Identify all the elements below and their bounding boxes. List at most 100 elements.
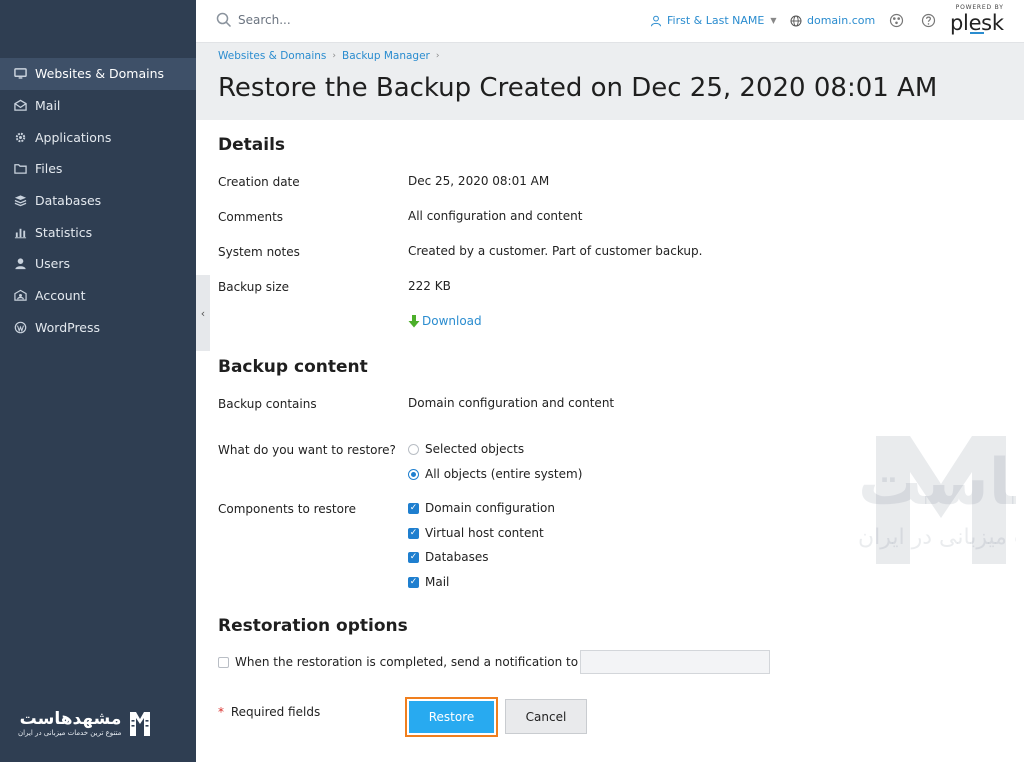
chevron-right-icon: › — [435, 51, 440, 61]
restore-question-label: What do you want to restore? — [218, 443, 396, 457]
bar-chart-icon — [13, 225, 27, 239]
download-link[interactable]: Download — [408, 314, 482, 328]
download-arrow-icon — [408, 314, 420, 327]
help-icon[interactable] — [921, 13, 936, 28]
radio-selected-objects[interactable]: Selected objects — [408, 442, 524, 456]
checkbox-checked[interactable]: ✓ — [408, 576, 419, 588]
required-fields-note: * Required fields — [218, 705, 320, 719]
plesk-logo-accent — [969, 32, 984, 34]
brand-logo-tagline: متنوع ترین خدمات میزبانی در ایران — [18, 729, 122, 737]
checkbox-label: Databases — [425, 550, 489, 564]
plesk-logo-text: plesk — [950, 11, 1004, 35]
radio-label: Selected objects — [425, 442, 525, 456]
user-menu[interactable]: First & Last NAME ▼ — [650, 14, 776, 27]
backup-size-label: Backup size — [218, 280, 290, 294]
sidebar-item-databases[interactable]: Databases — [0, 185, 196, 217]
domain-name: domain.com — [807, 14, 876, 27]
creation-date-label: Creation date — [218, 175, 300, 189]
sidebar-item-label: Websites & Domains — [35, 66, 165, 82]
sidebar-item-label: Databases — [35, 193, 102, 209]
notification-label: When the restoration is completed, send … — [235, 655, 579, 669]
mail-icon — [13, 99, 27, 113]
sidebar-item-users[interactable]: Users — [0, 248, 196, 280]
checkbox-label: Domain configuration — [425, 501, 555, 515]
plesk-brand: POWERED BY plesk — [950, 4, 1004, 34]
search-box — [216, 12, 418, 28]
account-icon — [13, 289, 27, 303]
sidebar-nav: Websites & Domains Mail Applications Fil… — [0, 58, 196, 343]
cancel-button[interactable]: Cancel — [505, 699, 587, 734]
restore-button-highlight: Restore — [405, 697, 498, 737]
sidebar: Websites & Domains Mail Applications Fil… — [0, 0, 196, 762]
sidebar-item-label: Files — [35, 161, 63, 177]
backup-contains-value: Domain configuration and content — [408, 396, 615, 410]
checkbox-mail[interactable]: ✓ Mail — [408, 575, 449, 589]
database-icon — [13, 194, 27, 208]
comments-label: Comments — [218, 210, 284, 224]
radio-label: All objects (entire system) — [425, 467, 583, 481]
sidebar-item-mail[interactable]: Mail — [0, 90, 196, 122]
monitor-icon — [13, 67, 27, 81]
checkbox-checked[interactable]: ✓ — [408, 502, 419, 514]
sidebar-item-applications[interactable]: Applications — [0, 121, 196, 153]
extensions-icon[interactable] — [889, 13, 904, 28]
checkbox-checked[interactable]: ✓ — [408, 551, 419, 563]
system-notes-value: Created by a customer. Part of customer … — [408, 244, 703, 258]
sidebar-item-label: Users — [35, 256, 71, 272]
radio-button-selected[interactable] — [408, 468, 419, 480]
checkbox-databases[interactable]: ✓ Databases — [408, 550, 489, 564]
user-name: First & Last NAME — [667, 14, 765, 27]
wordpress-icon — [13, 320, 27, 334]
creation-date-value: Dec 25, 2020 08:01 AM — [408, 174, 550, 188]
breadcrumb-backup-manager[interactable]: Backup Manager — [342, 50, 430, 62]
components-label: Components to restore — [218, 502, 356, 516]
watermark-name: مشهدهاست — [858, 446, 1016, 520]
search-icon — [216, 12, 232, 28]
brand-logo: مشهدهاست متنوع ترین خدمات میزبانی در ایر… — [18, 708, 164, 740]
sidebar-item-wordpress[interactable]: WordPress — [0, 312, 196, 344]
sidebar-item-label: WordPress — [35, 319, 101, 335]
radio-all-objects[interactable]: All objects (entire system) — [408, 467, 582, 481]
checkbox-virtual-host-content[interactable]: ✓ Virtual host content — [408, 526, 544, 540]
watermark-tagline: متنوع ترین خدمات میزبانی در ایران — [858, 525, 1016, 550]
brand-logo-name: مشهدهاست — [19, 709, 122, 729]
notification-checkbox[interactable] — [218, 656, 229, 668]
chevron-right-icon: › — [332, 51, 337, 61]
gear-icon — [13, 130, 27, 144]
folder-icon — [13, 162, 27, 176]
checkbox-label: Mail — [425, 575, 450, 589]
domain-link[interactable]: domain.com — [790, 14, 875, 27]
system-notes-label: System notes — [218, 245, 300, 259]
restoration-options-heading: Restoration options — [218, 616, 408, 636]
brand-logo-mark-icon — [130, 712, 151, 736]
sidebar-item-account[interactable]: Account — [0, 280, 196, 312]
sidebar-item-label: Mail — [35, 98, 61, 114]
user-icon — [13, 257, 27, 271]
checkbox-checked[interactable]: ✓ — [408, 527, 419, 539]
search-input[interactable] — [238, 13, 418, 27]
notification-email-input[interactable] — [580, 650, 770, 674]
download-label: Download — [422, 314, 482, 328]
sidebar-item-files[interactable]: Files — [0, 153, 196, 185]
breadcrumb-websites-domains[interactable]: Websites & Domains — [218, 50, 326, 62]
breadcrumb: Websites & Domains › Backup Manager › — [218, 50, 439, 62]
chevron-down-icon: ▼ — [770, 16, 777, 25]
sidebar-item-label: Statistics — [35, 224, 93, 240]
sidebar-item-statistics[interactable]: Statistics — [0, 216, 196, 248]
backup-content-heading: Backup content — [218, 357, 368, 377]
page-title: Restore the Backup Created on Dec 25, 20… — [218, 73, 938, 103]
radio-button[interactable] — [408, 443, 419, 455]
checkbox-domain-configuration[interactable]: ✓ Domain configuration — [408, 501, 555, 515]
required-star: * — [218, 705, 224, 719]
sidebar-item-websites-domains[interactable]: Websites & Domains — [0, 58, 196, 90]
restore-button[interactable]: Restore — [409, 701, 494, 733]
sidebar-item-label: Account — [35, 288, 86, 304]
main-content: مشهدهاست متنوع ترین خدمات میزبانی در ایر… — [196, 120, 1024, 762]
top-header: First & Last NAME ▼ domain.com POWERED B… — [196, 0, 1024, 43]
backup-contains-label: Backup contains — [218, 397, 317, 411]
comments-value: All configuration and content — [408, 209, 583, 223]
globe-icon — [790, 15, 802, 26]
sidebar-item-label: Applications — [35, 129, 112, 145]
notification-option[interactable]: When the restoration is completed, send … — [218, 655, 578, 669]
title-band: Websites & Domains › Backup Manager › Re… — [196, 43, 1024, 120]
